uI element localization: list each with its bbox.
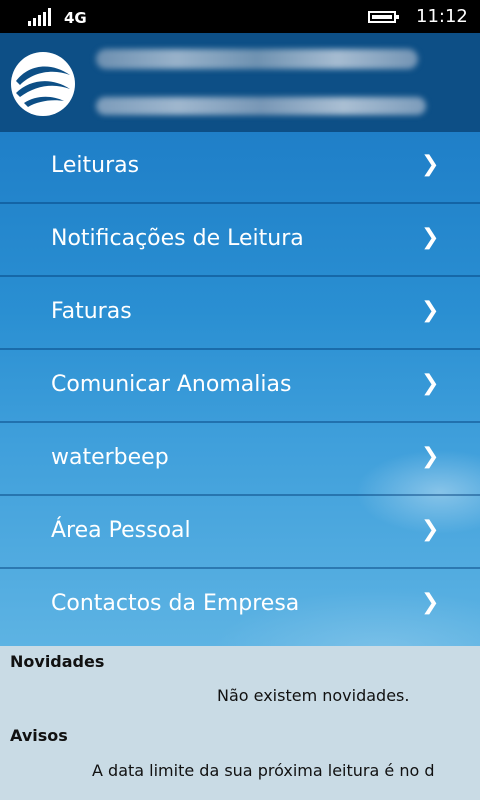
menu-item-label: Comunicar Anomalias <box>51 372 292 397</box>
menu-item-label: Leituras <box>51 153 140 178</box>
app-header <box>0 33 480 132</box>
menu-item-label: waterbeep <box>51 445 169 470</box>
menu-item-comunicar-anomalias[interactable]: Comunicar Anomalias ❯ <box>0 351 480 423</box>
chevron-right-icon: ❯ <box>421 517 440 542</box>
menu-item-waterbeep[interactable]: waterbeep ❯ <box>0 424 480 496</box>
chevron-right-icon: ❯ <box>421 225 440 250</box>
chevron-right-icon: ❯ <box>421 298 440 323</box>
battery-icon <box>368 11 399 23</box>
chevron-right-icon: ❯ <box>421 152 440 177</box>
news-text: Não existem novidades. <box>217 686 410 705</box>
notices-title: Avisos <box>10 726 68 745</box>
signal-icon <box>28 8 54 26</box>
chevron-right-icon: ❯ <box>421 590 440 615</box>
menu-item-leituras[interactable]: Leituras ❯ <box>0 132 480 204</box>
user-name-redacted <box>96 49 418 69</box>
menu-item-label: Faturas <box>51 299 132 324</box>
menu-item-label: Contactos da Empresa <box>51 591 300 616</box>
menu-item-faturas[interactable]: Faturas ❯ <box>0 278 480 350</box>
main-menu: Leituras ❯ Notificações de Leitura ❯ Fat… <box>0 132 480 646</box>
news-title: Novidades <box>10 652 105 671</box>
company-logo <box>11 52 75 116</box>
status-bar: 4G 11:12 <box>0 0 480 33</box>
menu-item-contactos-da-empresa[interactable]: Contactos da Empresa ❯ <box>0 570 480 642</box>
menu-item-notificacoes-de-leitura[interactable]: Notificações de Leitura ❯ <box>0 205 480 277</box>
notices-text: A data limite da sua próxima leitura é n… <box>92 761 435 780</box>
user-detail-redacted <box>96 97 426 115</box>
chevron-right-icon: ❯ <box>421 444 440 469</box>
clock: 11:12 <box>416 6 468 27</box>
network-type: 4G <box>64 9 87 27</box>
menu-item-label: Área Pessoal <box>51 518 191 543</box>
menu-item-area-pessoal[interactable]: Área Pessoal ❯ <box>0 497 480 569</box>
menu-item-label: Notificações de Leitura <box>51 226 304 251</box>
info-panel: Novidades Não existem novidades. Avisos … <box>0 646 480 800</box>
chevron-right-icon: ❯ <box>421 371 440 396</box>
